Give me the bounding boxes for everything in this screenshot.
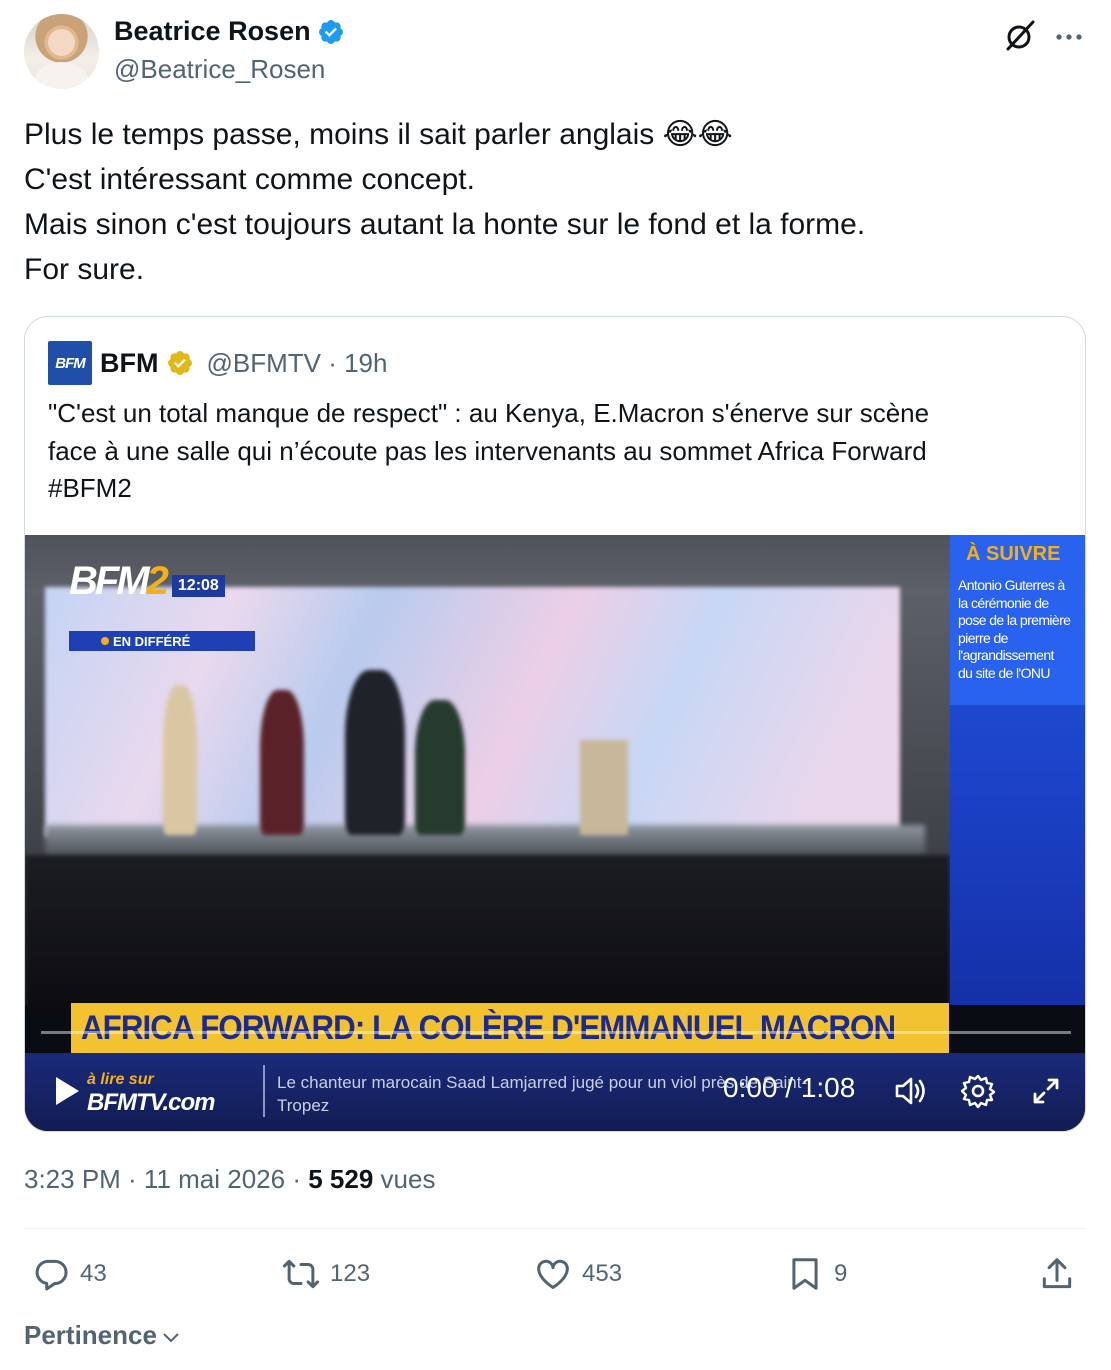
fullscreen-icon[interactable]: [1027, 1072, 1065, 1110]
next-line: la cérémonie de: [958, 594, 1049, 611]
quoted-handle-time[interactable]: @BFMTV · 19h: [206, 348, 387, 379]
quoted-line: "C'est un total manque de respect" : au …: [48, 398, 930, 428]
verified-badge-icon: [318, 19, 343, 44]
site-label: BFMTV.com: [87, 1089, 215, 1116]
like-count: 453: [582, 1260, 623, 1287]
like-button[interactable]: 453: [534, 1255, 622, 1293]
tweet-line: Mais sinon c'est toujours autant la hont…: [24, 208, 866, 241]
view-label: vues: [373, 1164, 436, 1194]
next-line: pose de la première: [958, 612, 1071, 628]
broadcast-status-label: EN DIFFÉRÉ: [113, 633, 191, 649]
broadcast-clock: 12:08: [171, 575, 225, 597]
reply-button[interactable]: 43: [32, 1255, 107, 1293]
share-icon: [1042, 1258, 1072, 1289]
bookmark-count: 9: [834, 1260, 848, 1287]
action-bar: 43 123 453 9: [24, 1255, 1086, 1299]
video-frame: [25, 535, 950, 1015]
headline-banner-text: AFRICA FORWARD: LA COLÈRE D'EMMANUEL MAC…: [81, 1009, 896, 1047]
share-button[interactable]: [1038, 1255, 1076, 1293]
quoted-author-name[interactable]: BFM: [100, 348, 158, 379]
bookmark-button[interactable]: 9: [786, 1255, 847, 1293]
view-count[interactable]: 5 529: [308, 1164, 373, 1194]
video-player[interactable]: BFM2 12:08 EN DIFFÉRÉ À SUIVRE Antonio G…: [25, 535, 1085, 1131]
video-time: 0:00 / 1:08: [723, 1072, 856, 1103]
broadcast-status: EN DIFFÉRÉ: [69, 631, 255, 651]
tweet-text: Plus le temps passe, moins il sait parle…: [24, 112, 1086, 292]
author-avatar[interactable]: [24, 14, 99, 89]
read-on-label: à lire sur: [87, 1071, 154, 1088]
gold-verified-badge-icon: [168, 351, 193, 375]
channel-logo-number: 2: [146, 559, 169, 603]
repost-icon: [282, 1259, 320, 1289]
reply-count: 43: [80, 1260, 107, 1287]
quoted-tweet-header: BFM BFM @BFMTV · 19h: [48, 341, 387, 385]
play-icon[interactable]: [53, 1075, 81, 1107]
quoted-tweet-text: "C'est un total manque de respect" : au …: [48, 395, 1058, 508]
divider: [24, 1228, 1086, 1229]
chevron-down-icon: [163, 1332, 179, 1342]
author-name[interactable]: Beatrice Rosen: [114, 16, 311, 47]
tweet-line: Plus le temps passe, moins il sait parle…: [24, 118, 733, 151]
tweet-timestamp[interactable]: 3:23 PM · 11 mai 2026 ·: [24, 1164, 308, 1194]
video-progress-bar[interactable]: [41, 1031, 1071, 1034]
more-options-icon[interactable]: [1052, 20, 1086, 54]
status-dot-icon: [101, 637, 109, 645]
channel-logo: BFM2 12:08: [69, 561, 225, 601]
heart-icon: [537, 1259, 569, 1289]
next-program-text: Antonio Guterres à la cérémonie de pose …: [958, 577, 1085, 682]
quoted-line[interactable]: #BFM2: [48, 470, 1058, 508]
tweet-line: For sure.: [24, 253, 145, 286]
grok-icon[interactable]: [1002, 18, 1038, 54]
next-line: du site de l'ONU: [958, 664, 1051, 681]
repost-button[interactable]: 123: [282, 1255, 370, 1293]
next-program-panel: À SUIVRE Antonio Guterres à la cérémonie…: [950, 535, 1085, 1005]
bookmark-icon: [792, 1258, 818, 1290]
repost-count: 123: [330, 1260, 371, 1287]
sort-label: Pertinence: [24, 1320, 157, 1350]
channel-logo-text: BFM: [69, 559, 150, 603]
author-name-row: Beatrice Rosen: [114, 16, 345, 47]
tweet-meta: 3:23 PM · 11 mai 2026 · 5 529 vues: [24, 1164, 435, 1195]
volume-icon[interactable]: [891, 1072, 929, 1110]
tweet-line: C'est intéressant comme concept.: [24, 163, 475, 196]
next-program-title: À SUIVRE: [966, 543, 1061, 565]
headline-banner: AFRICA FORWARD: LA COLÈRE D'EMMANUEL MAC…: [71, 1003, 949, 1053]
settings-gear-icon[interactable]: [959, 1072, 997, 1110]
quoted-line: face à une salle qui n’écoute pas les in…: [48, 435, 927, 466]
next-line: Antonio Guterres à: [958, 577, 1065, 593]
next-line: l'agrandissement: [958, 647, 1054, 663]
author-handle[interactable]: @Beatrice_Rosen: [114, 54, 325, 85]
reply-icon: [35, 1259, 68, 1291]
next-line: pierre de: [958, 629, 1008, 646]
tweet-header: Beatrice Rosen @Beatrice_Rosen: [24, 14, 1086, 90]
quoted-avatar[interactable]: BFM: [48, 341, 92, 385]
quoted-tweet[interactable]: BFM BFM @BFMTV · 19h "C'est un total man…: [24, 316, 1086, 1132]
sort-replies-dropdown[interactable]: Pertinence: [24, 1320, 181, 1351]
